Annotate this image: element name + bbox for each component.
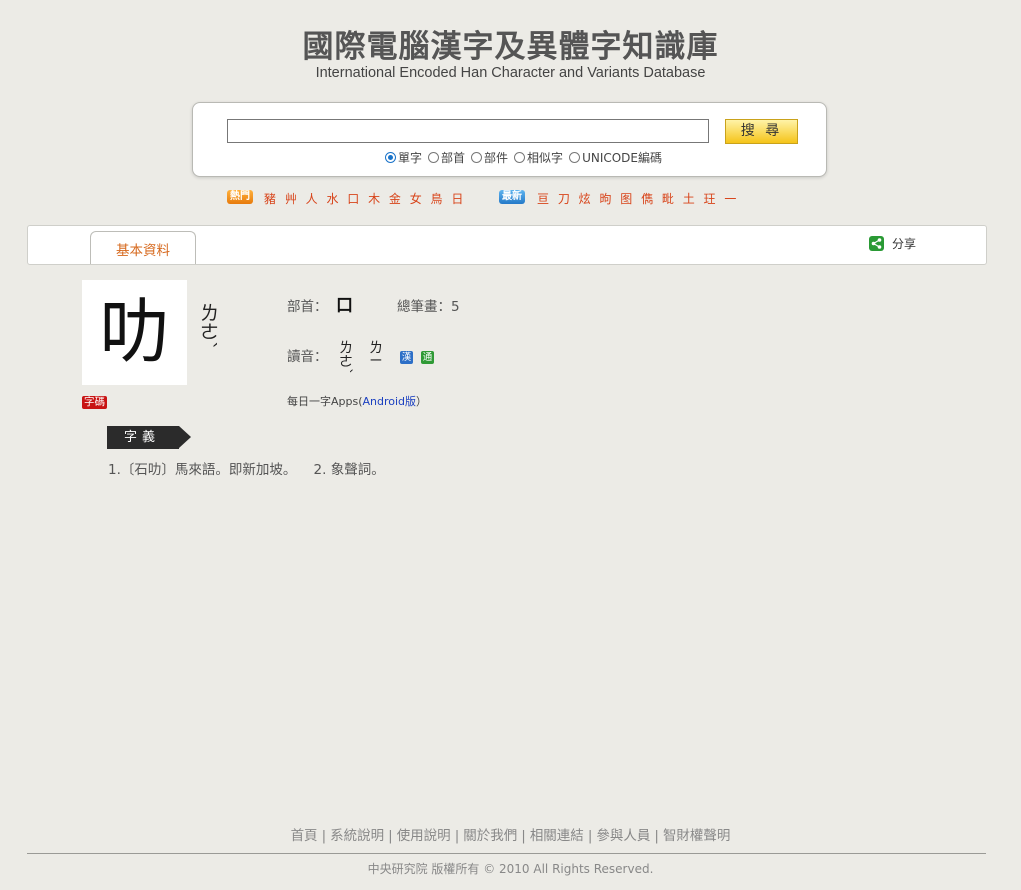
radio-icon[interactable] <box>428 152 440 163</box>
stroke-count: 總筆畫：5 <box>397 299 460 315</box>
footer-link-home[interactable]: 首頁 <box>291 828 318 844</box>
latest-chars-list[interactable]: 亘 刀 炫 昫 图 儁 毗 土 玨 一 <box>537 191 737 207</box>
search-mode-component[interactable]: 部件 <box>471 149 508 166</box>
source-han-badge[interactable]: 漢 <box>400 351 413 364</box>
footer-link-staff[interactable]: 參與人員 <box>596 828 650 844</box>
search-mode-single-char[interactable]: 單字 <box>385 149 422 166</box>
radio-selected-icon[interactable] <box>385 152 396 163</box>
source-tong-badge[interactable]: 通 <box>421 351 434 364</box>
reading-zhuyin-2: ㄌㄧ <box>367 340 383 366</box>
tab-basic-info[interactable]: 基本資料 <box>90 231 196 264</box>
footer-link-related[interactable]: 相關連結 <box>530 828 584 844</box>
hot-chars-list[interactable]: 豬 艸 人 水 口 木 金 女 鳥 日 <box>264 191 464 207</box>
hot-tag: 熱門 <box>227 190 253 204</box>
reading-label: 讀音： <box>287 349 328 365</box>
site-title-en: International Encoded Han Character and … <box>315 65 706 81</box>
character-glyph: 叻 <box>99 291 170 373</box>
footer-link-ip[interactable]: 智財權聲明 <box>663 828 731 844</box>
character-glyph-box: 叻 <box>82 280 187 385</box>
meaning-text: 1.〔石叻〕馬來語。即新加坡。 2. 象聲詞。 <box>108 462 385 478</box>
footer-link-about[interactable]: 關於我們 <box>463 828 517 844</box>
search-mode-similar[interactable]: 相似字 <box>514 149 563 166</box>
share-icon <box>869 236 884 251</box>
share-button[interactable]: 分享 <box>869 235 916 252</box>
site-title-zh: 國際電腦漢字及異體字知識庫 <box>302 29 719 65</box>
search-panel: 搜 尋 單字 部首 部件 相似字 UNICODE編碼 <box>192 102 827 177</box>
meaning-heading-arrow <box>179 426 191 448</box>
radio-icon[interactable] <box>471 152 483 163</box>
footer-links: 首頁 | 系統說明 | 使用說明 | 關於我們 | 相關連結 | 參與人員 | 智財權聲明 <box>290 828 731 844</box>
footer-link-system[interactable]: 系統說明 <box>330 828 384 844</box>
radio-icon[interactable] <box>514 152 526 163</box>
footer-link-usage[interactable]: 使用說明 <box>397 828 451 844</box>
android-app-link[interactable]: Android版 <box>363 395 417 408</box>
character-zhuyin: ㄌㄜˋ <box>197 303 219 351</box>
radical-value[interactable]: 口 <box>336 296 353 316</box>
search-button[interactable]: 搜 尋 <box>725 119 798 144</box>
daily-char-apps: 每日一字Apps(Android版） <box>287 395 428 408</box>
search-mode-radical[interactable]: 部首 <box>428 149 465 166</box>
search-mode-unicode[interactable]: UNICODE編碼 <box>569 149 662 166</box>
reading-zhuyin-1: ㄌㄜˋ <box>337 340 353 375</box>
search-mode-group: 單字 部首 部件 相似字 UNICODE編碼 <box>385 149 668 166</box>
footer-divider <box>27 853 986 854</box>
share-label: 分享 <box>892 237 917 251</box>
copyright: 中央研究院 版權所有 © 2010 All Rights Reserved. <box>367 862 654 876</box>
radical-label: 部首： <box>287 299 328 315</box>
meaning-heading: 字義 <box>107 426 179 449</box>
latest-tag: 最新 <box>499 190 525 204</box>
radio-icon[interactable] <box>569 152 581 163</box>
search-input[interactable] <box>227 119 709 143</box>
char-code-badge[interactable]: 字碼 <box>82 396 107 409</box>
tab-bar: 基本資料 分享 <box>27 225 987 265</box>
